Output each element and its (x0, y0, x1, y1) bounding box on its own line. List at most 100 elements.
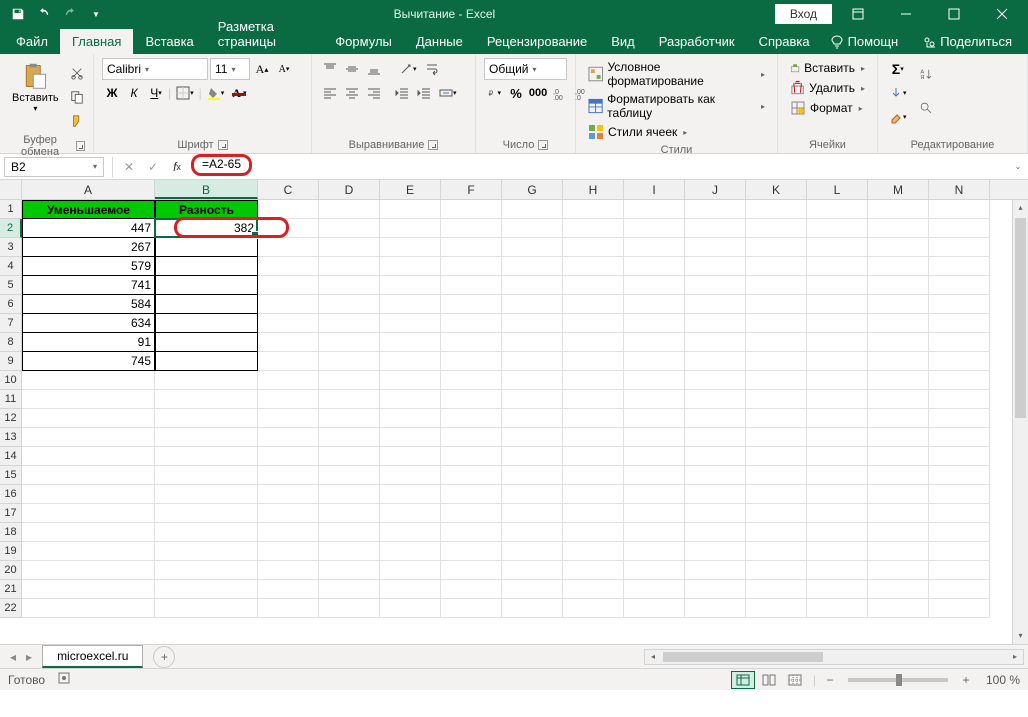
cell[interactable] (746, 295, 807, 314)
cell[interactable] (624, 523, 685, 542)
undo-icon[interactable] (32, 2, 56, 26)
cell[interactable] (441, 561, 502, 580)
cell[interactable] (624, 390, 685, 409)
cell[interactable]: 579 (22, 257, 155, 276)
align-right-icon[interactable] (364, 82, 384, 104)
row-header[interactable]: 16 (0, 485, 22, 504)
cell[interactable] (319, 257, 380, 276)
cell[interactable] (258, 314, 319, 333)
cell[interactable] (807, 333, 868, 352)
cell[interactable] (319, 580, 380, 599)
row-header[interactable]: 13 (0, 428, 22, 447)
borders-button[interactable]: ▾ (173, 82, 197, 104)
cell[interactable] (746, 371, 807, 390)
cell[interactable] (563, 276, 624, 295)
cell[interactable] (746, 276, 807, 295)
cell[interactable] (807, 409, 868, 428)
cell[interactable] (319, 314, 380, 333)
column-header[interactable]: J (685, 180, 746, 199)
cell[interactable] (380, 352, 441, 371)
cell[interactable] (624, 295, 685, 314)
cell[interactable] (155, 276, 258, 295)
maximize-icon[interactable] (932, 0, 976, 28)
cell[interactable] (807, 504, 868, 523)
orientation-icon[interactable]: ▾ (396, 58, 420, 80)
tab-data[interactable]: Данные (404, 29, 475, 54)
cell[interactable] (502, 200, 563, 219)
cell[interactable]: 745 (22, 352, 155, 371)
cell[interactable] (319, 447, 380, 466)
cell[interactable] (807, 466, 868, 485)
font-name-combo[interactable]: Calibri▾ (102, 58, 208, 80)
cell[interactable] (563, 504, 624, 523)
format-cells-button[interactable]: Формат▸ (786, 98, 869, 118)
cell[interactable] (807, 485, 868, 504)
cell[interactable] (685, 238, 746, 257)
merge-button[interactable]: ▾ (436, 82, 460, 104)
cell[interactable] (746, 485, 807, 504)
cell[interactable] (502, 257, 563, 276)
cell[interactable] (380, 295, 441, 314)
cell[interactable] (22, 371, 155, 390)
cell[interactable] (624, 409, 685, 428)
vscroll-thumb[interactable] (1015, 218, 1026, 418)
tab-insert[interactable]: Вставка (133, 29, 205, 54)
cell[interactable] (746, 200, 807, 219)
cell[interactable] (22, 542, 155, 561)
cell[interactable] (624, 580, 685, 599)
cell[interactable]: 382 (155, 219, 258, 238)
cell[interactable] (868, 219, 929, 238)
zoom-in-icon[interactable]: + (958, 673, 974, 687)
cell[interactable] (22, 523, 155, 542)
cell[interactable] (319, 599, 380, 618)
cell[interactable] (258, 257, 319, 276)
cell[interactable] (441, 371, 502, 390)
cell[interactable] (624, 542, 685, 561)
bold-button[interactable]: Ж (102, 82, 122, 104)
cell[interactable] (502, 295, 563, 314)
cell[interactable] (868, 599, 929, 618)
cell[interactable] (563, 333, 624, 352)
cell[interactable] (624, 466, 685, 485)
cell[interactable] (868, 561, 929, 580)
cell[interactable] (624, 371, 685, 390)
cell[interactable] (685, 295, 746, 314)
cell[interactable] (807, 428, 868, 447)
sheet-tab[interactable]: microexcel.ru (42, 645, 143, 668)
cell[interactable] (624, 504, 685, 523)
close-icon[interactable] (980, 0, 1024, 28)
cell[interactable] (746, 447, 807, 466)
cell[interactable] (258, 371, 319, 390)
cell[interactable] (380, 504, 441, 523)
cell[interactable] (868, 523, 929, 542)
column-header[interactable]: D (319, 180, 380, 199)
cell[interactable] (380, 561, 441, 580)
cell[interactable] (807, 219, 868, 238)
cell[interactable] (929, 200, 990, 219)
normal-view-icon[interactable] (731, 671, 755, 689)
login-button[interactable]: Вход (775, 4, 832, 24)
cell[interactable] (929, 219, 990, 238)
cell[interactable] (624, 333, 685, 352)
cell[interactable] (441, 219, 502, 238)
autosum-icon[interactable]: Σ▾ (886, 58, 910, 80)
row-header[interactable]: 21 (0, 580, 22, 599)
cell[interactable]: 741 (22, 276, 155, 295)
cell[interactable] (258, 352, 319, 371)
cell[interactable] (22, 580, 155, 599)
tab-home[interactable]: Главная (60, 29, 133, 54)
select-all-corner[interactable] (0, 180, 22, 199)
cell[interactable] (502, 371, 563, 390)
column-header[interactable]: E (380, 180, 441, 199)
cell[interactable] (441, 542, 502, 561)
cell[interactable] (868, 428, 929, 447)
cut-icon[interactable] (67, 62, 87, 84)
paste-button[interactable]: Вставить▾ (8, 58, 63, 132)
cell[interactable] (807, 352, 868, 371)
column-header[interactable]: A (22, 180, 155, 199)
font-color-button[interactable]: A▾ (229, 82, 249, 104)
cell[interactable] (929, 238, 990, 257)
cell[interactable] (929, 314, 990, 333)
cell[interactable] (441, 238, 502, 257)
percent-format-icon[interactable]: % (506, 82, 526, 104)
